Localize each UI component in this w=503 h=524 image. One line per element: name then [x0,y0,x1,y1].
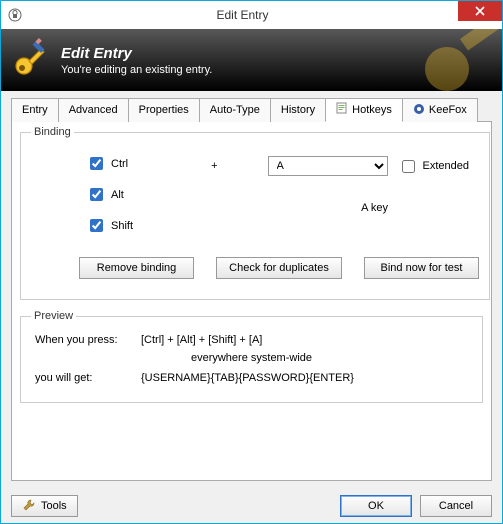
tab-keefox[interactable]: KeeFox [402,98,478,122]
get-label: you will get: [31,372,141,384]
alt-checkbox[interactable]: Alt [86,185,133,204]
press-value: [Ctrl] + [Alt] + [Shift] + [A] [141,334,262,346]
tab-autotype[interactable]: Auto-Type [199,98,271,122]
tab-keefox-label: KeeFox [429,104,467,116]
close-icon [475,6,485,16]
bind-test-button[interactable]: Bind now for test [364,257,479,279]
keefox-icon [413,103,425,118]
extended-label: Extended [423,160,469,172]
remove-binding-button[interactable]: Remove binding [79,257,194,279]
key-pencil-icon [11,38,53,83]
wrench-icon [22,498,36,515]
alt-label: Alt [111,189,124,201]
shift-label: Shift [111,220,133,232]
press-label: When you press: [31,334,141,346]
scope-text: everywhere system-wide [31,352,472,364]
edit-entry-window: Edit Entry Edit Entry You're editing an … [0,0,503,524]
doc-icon [336,102,348,117]
get-value: {USERNAME}{TAB}{PASSWORD}{ENTER} [141,372,354,384]
ctrl-checkbox[interactable]: Ctrl [86,154,133,173]
tab-strip: Entry Advanced Properties Auto-Type Hist… [11,97,492,122]
window-title: Edit Entry [0,8,502,22]
key-description: A key [361,202,469,214]
binding-legend: Binding [31,126,74,138]
titlebar: Edit Entry [1,1,502,29]
tab-hotkeys-label: Hotkeys [352,104,392,116]
check-duplicates-button[interactable]: Check for duplicates [216,257,342,279]
banner-subtitle: You're editing an existing entry. [61,64,212,76]
banner: Edit Entry You're editing an existing en… [1,29,502,91]
tab-advanced[interactable]: Advanced [58,98,129,122]
cancel-button[interactable]: Cancel [420,495,492,517]
tools-label: Tools [41,500,67,512]
binding-group: Binding Ctrl Alt Shift + A Extended A ke… [20,126,490,300]
banner-title: Edit Entry [61,45,212,62]
tab-properties[interactable]: Properties [128,98,200,122]
tab-body: Binding Ctrl Alt Shift + A Extended A ke… [11,122,492,481]
plus-label: + [211,160,217,172]
preview-group: Preview When you press: [Ctrl] + [Alt] +… [20,310,483,403]
extended-checkbox[interactable]: Extended [398,157,469,176]
tools-button[interactable]: Tools [11,495,78,517]
tab-hotkeys[interactable]: Hotkeys [325,98,403,122]
close-button[interactable] [458,1,502,21]
key-select[interactable]: A [268,156,388,176]
ok-button[interactable]: OK [340,495,412,517]
key-bg-icon [412,29,502,91]
tab-history[interactable]: History [270,98,326,122]
tab-entry[interactable]: Entry [11,98,59,122]
shift-checkbox[interactable]: Shift [86,216,133,235]
preview-legend: Preview [31,310,76,322]
ctrl-label: Ctrl [111,158,128,170]
footer: Tools OK Cancel [1,489,502,523]
